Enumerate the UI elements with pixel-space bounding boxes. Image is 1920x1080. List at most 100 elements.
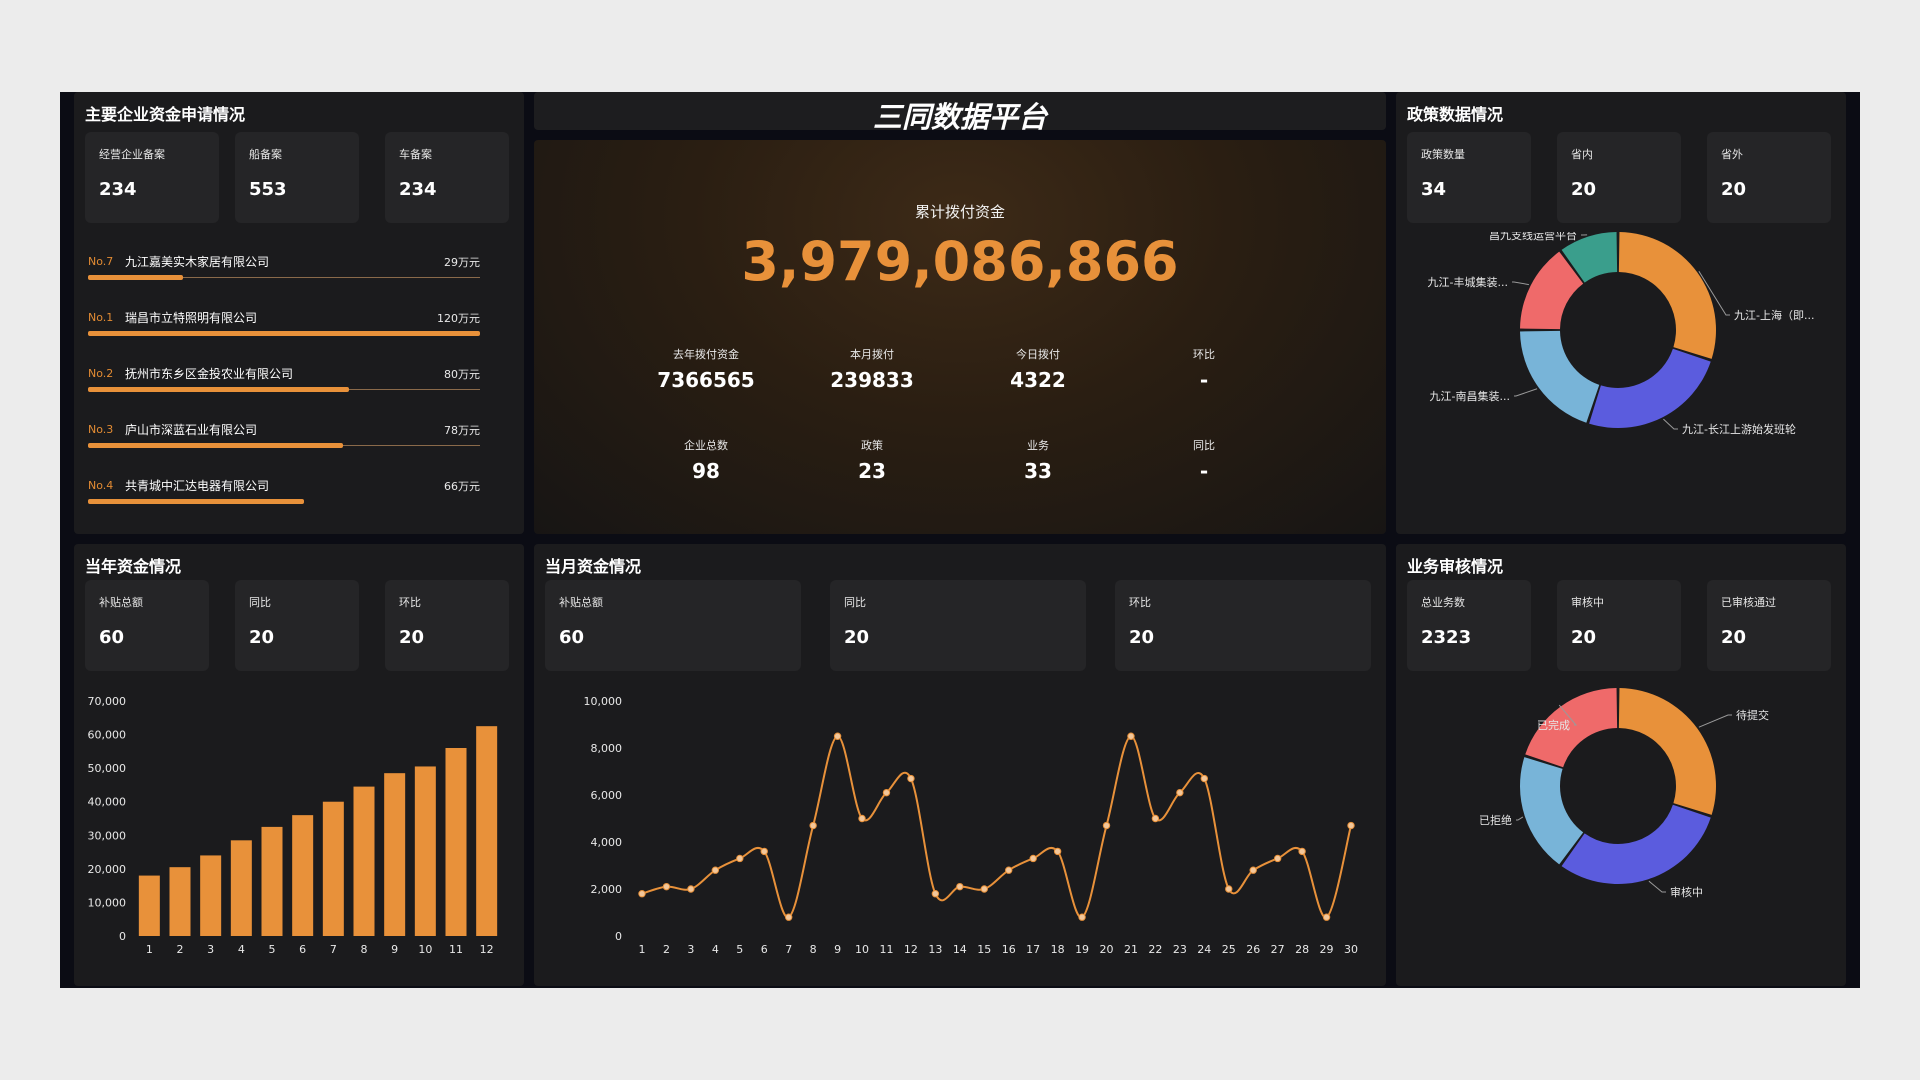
enterprise-stat-filing: 经营企业备案 234 xyxy=(85,132,219,223)
donut-leader-line xyxy=(1512,281,1529,286)
x-tick-label: 23 xyxy=(1173,943,1187,956)
metric-value: 33 xyxy=(1024,459,1052,483)
year-funds-title: 当年资金情况 xyxy=(85,557,182,576)
y-tick-label: 4,000 xyxy=(591,836,623,849)
audit-panel: 业务审核情况 总业务数 2323 审核中 20 已审核通过 20 待提交 审核中已… xyxy=(1396,544,1846,986)
stat-value: 20 xyxy=(1571,627,1597,648)
stat-value: 234 xyxy=(99,179,137,200)
stat-value: 20 xyxy=(399,627,425,648)
donut-slice-label: 审核中 xyxy=(1670,885,1703,899)
line-point xyxy=(1200,774,1209,783)
line-point xyxy=(1347,821,1355,830)
rank-company: 九江嘉美实木家居有限公司 xyxy=(125,255,270,269)
x-tick-label: 25 xyxy=(1222,943,1236,956)
bar xyxy=(200,855,222,936)
rank-bar xyxy=(88,387,350,392)
metric-label: 环比 xyxy=(1193,348,1215,361)
x-tick-label: 7 xyxy=(785,943,792,956)
metric-value: 239833 xyxy=(830,368,914,392)
audit-stat-reviewing: 审核中 20 xyxy=(1557,580,1681,671)
line-point xyxy=(1322,913,1331,921)
metric-last-year: 去年拨付资金 7366565 xyxy=(646,346,766,392)
line-point xyxy=(1298,847,1306,856)
policy-title: 政策数据情况 xyxy=(1407,105,1504,124)
x-tick-label: 14 xyxy=(953,943,967,956)
donut-slice xyxy=(1520,757,1584,865)
rank-company: 瑞昌市立特照明有限公司 xyxy=(125,311,258,325)
donut-slice-label: 九江-长江上游始发班轮 xyxy=(1682,422,1796,436)
bar xyxy=(476,726,498,936)
x-tick-label: 27 xyxy=(1271,943,1285,956)
x-tick-label: 3 xyxy=(687,943,694,956)
x-tick-label: 11 xyxy=(879,943,893,956)
donut-leader-line xyxy=(1663,418,1678,430)
rank-item[interactable]: No.3 庐山市深蓝石业有限公司 78万元 xyxy=(88,421,480,461)
y-tick-label: 0 xyxy=(119,930,126,943)
x-tick-label: 3 xyxy=(207,943,214,956)
stat-value: 34 xyxy=(1421,179,1447,200)
line-point xyxy=(907,774,915,783)
year-funds-panel: 当年资金情况 补贴总额 60 同比 20 环比 20 0 10,000 20,000… xyxy=(74,544,524,986)
bar xyxy=(384,773,406,936)
line-point xyxy=(1102,821,1111,830)
x-tick-label: 1 xyxy=(146,943,153,956)
donut-slice-label: 九江-上海（即... xyxy=(1734,308,1814,322)
stat-value: 2323 xyxy=(1421,627,1472,648)
y-tick-label: 6,000 xyxy=(591,789,623,802)
rank-item[interactable]: No.4 共青城中汇达电器有限公司 66万元 xyxy=(88,477,480,517)
line-point xyxy=(809,821,817,830)
donut-slice xyxy=(1520,330,1600,423)
metric-label: 去年拨付资金 xyxy=(673,348,739,361)
stat-label: 政策数量 xyxy=(1421,148,1465,161)
line-point xyxy=(1273,854,1282,863)
metric-value: - xyxy=(1199,459,1209,483)
bar xyxy=(292,815,314,936)
metric-today: 今日拨付 4322 xyxy=(978,346,1098,392)
stat-value: 234 xyxy=(399,179,437,200)
donut-slice xyxy=(1618,232,1716,359)
title-bar: 三同数据平台 xyxy=(534,92,1386,134)
x-tick-label: 30 xyxy=(1344,943,1358,956)
line-point xyxy=(760,847,768,856)
total-funds-value: 3,979,086,866 xyxy=(741,230,1179,293)
metric-value: 4322 xyxy=(1010,368,1066,392)
stat-label: 环比 xyxy=(1129,596,1151,609)
rank-number: No.7 xyxy=(88,255,114,268)
stat-value: 60 xyxy=(99,627,125,648)
metric-value: 23 xyxy=(858,459,886,483)
x-tick-label: 10 xyxy=(418,943,432,956)
x-tick-label: 12 xyxy=(904,943,918,956)
audit-stat-approved: 已审核通过 20 xyxy=(1707,580,1831,671)
bar xyxy=(445,748,467,936)
x-tick-label: 7 xyxy=(330,943,337,956)
x-tick-label: 29 xyxy=(1320,943,1334,956)
donut-slice-label: 已完成 xyxy=(1537,718,1570,732)
policy-donut-chart: 九江-上海（即... 九江-长江上游始发班轮 九江-南昌集装... 九江-丰城集装..… xyxy=(1428,232,1815,436)
total-funds-label: 累计拨付资金 xyxy=(914,203,1005,221)
x-tick-label: 4 xyxy=(238,943,245,956)
line-point xyxy=(1029,854,1037,863)
line-point xyxy=(956,882,964,891)
metric-business: 业务 33 xyxy=(978,437,1098,483)
policy-stat-count: 政策数量 34 xyxy=(1407,132,1531,223)
bar xyxy=(414,766,436,936)
rank-item[interactable]: No.7 九江嘉美实木家居有限公司 29万元 xyxy=(88,253,480,293)
line-point xyxy=(882,788,891,797)
stat-value: 20 xyxy=(1571,179,1597,200)
bar xyxy=(261,826,283,936)
enterprise-stat-ship: 船备案 553 xyxy=(235,132,359,223)
x-tick-label: 24 xyxy=(1197,943,1211,956)
line-point xyxy=(1225,885,1233,893)
y-tick-label: 40,000 xyxy=(88,796,127,809)
donut-slice-label: 已拒绝 xyxy=(1479,813,1512,827)
rank-amount: 120万元 xyxy=(437,312,480,325)
rank-item[interactable]: No.2 抚州市东乡区金投农业有限公司 80万元 xyxy=(88,365,480,405)
rank-item[interactable]: No.1 瑞昌市立特照明有限公司 120万元 xyxy=(88,309,480,349)
x-tick-label: 20 xyxy=(1100,943,1114,956)
bar xyxy=(230,840,252,936)
rank-number: No.2 xyxy=(88,367,114,380)
line-point xyxy=(736,854,744,863)
x-tick-label: 19 xyxy=(1075,943,1089,956)
rank-bar xyxy=(88,275,183,280)
x-tick-label: 21 xyxy=(1124,943,1138,956)
